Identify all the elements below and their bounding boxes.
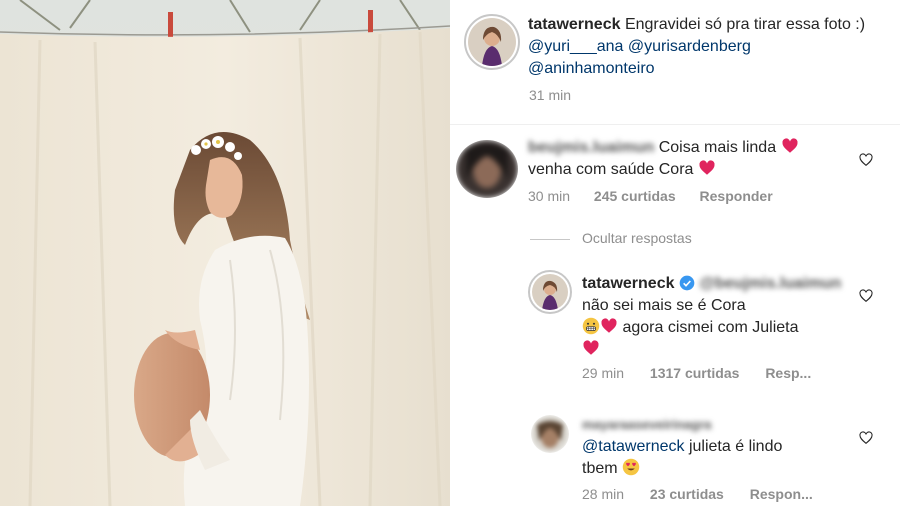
reply-timestamp: 29 min <box>582 365 625 381</box>
comment-text: Coisa mais linda <box>658 139 777 156</box>
reply-mention[interactable]: @beujmis.luaimun <box>699 275 841 292</box>
mention-link[interactable]: @yuri___ana <box>528 38 623 55</box>
commenter-username[interactable]: beujmis.luaimun <box>528 139 654 156</box>
post-photo <box>0 0 450 506</box>
reply2-text-b: tbem <box>582 460 618 477</box>
reply-body: tatawerneck @beujmis.luaimun não sei mai… <box>582 273 850 361</box>
reply2-author-avatar[interactable] <box>531 415 569 453</box>
section-divider <box>450 124 900 125</box>
heart-eyes-emoji <box>622 458 640 476</box>
post-caption: tatawerneck Engravidei só pra tirar essa… <box>528 14 878 80</box>
heart-outline-icon[interactable] <box>858 430 874 446</box>
red-heart-emoji <box>781 138 798 153</box>
reply2-meta: 28 min 23 curtidas Respon... <box>582 486 813 502</box>
red-heart-emoji <box>583 340 599 355</box>
reply-text-b: agora cismei com Julieta <box>622 319 799 336</box>
post-author-username[interactable]: tatawerneck <box>528 16 621 33</box>
hide-replies-label: Ocultar respostas <box>582 230 692 246</box>
comment-meta: 30 min 245 curtidas Responder <box>528 188 773 204</box>
reply2-body: mayaraaseveirinagra @tatawerneck julieta… <box>582 414 850 480</box>
maternity-photo <box>0 0 450 506</box>
reply2-likes[interactable]: 23 curtidas <box>650 486 724 502</box>
red-heart-emoji <box>699 160 715 175</box>
reply-button[interactable]: Resp... <box>765 365 811 381</box>
commenter-avatar[interactable] <box>456 140 518 198</box>
comment-timestamp: 30 min <box>528 188 571 204</box>
red-heart-emoji <box>601 318 617 333</box>
mention-link[interactable]: @aninhamonteiro <box>528 60 655 77</box>
reply-author-avatar[interactable] <box>528 270 572 314</box>
comment-text-line2: venha com saúde Cora <box>528 161 694 178</box>
reply2-button[interactable]: Respon... <box>750 486 813 502</box>
caption-text: Engravidei só pra tirar essa foto :) <box>624 16 866 33</box>
post-timestamp: 31 min <box>529 87 572 103</box>
mention-link[interactable]: @yurisardenberg <box>628 38 751 55</box>
reply2-timestamp: 28 min <box>582 486 625 502</box>
reply-meta: 29 min 1317 curtidas Resp... <box>582 365 811 381</box>
reply2-text-a: julieta é lindo <box>688 438 783 455</box>
heart-outline-icon[interactable] <box>858 288 874 304</box>
reply-text-a: não sei mais se é Cora <box>582 297 746 314</box>
reply-likes[interactable]: 1317 curtidas <box>650 365 740 381</box>
reply-button[interactable]: Responder <box>700 188 773 204</box>
comment-body: beujmis.luaimun Coisa mais linda venha c… <box>528 137 848 181</box>
verified-badge-icon <box>679 275 695 291</box>
post-author-avatar[interactable] <box>464 14 520 70</box>
reply2-author-username[interactable]: mayaraaseveirinagra <box>582 417 711 432</box>
reply-author-username[interactable]: tatawerneck <box>582 275 675 292</box>
hide-replies-toggle[interactable]: Ocultar respostas <box>530 230 692 246</box>
reply2-mention[interactable]: @tatawerneck <box>582 438 685 455</box>
comment-likes[interactable]: 245 curtidas <box>594 188 676 204</box>
replies-line <box>530 238 570 240</box>
heart-outline-icon[interactable] <box>858 152 874 168</box>
grimace-emoji <box>582 317 600 335</box>
